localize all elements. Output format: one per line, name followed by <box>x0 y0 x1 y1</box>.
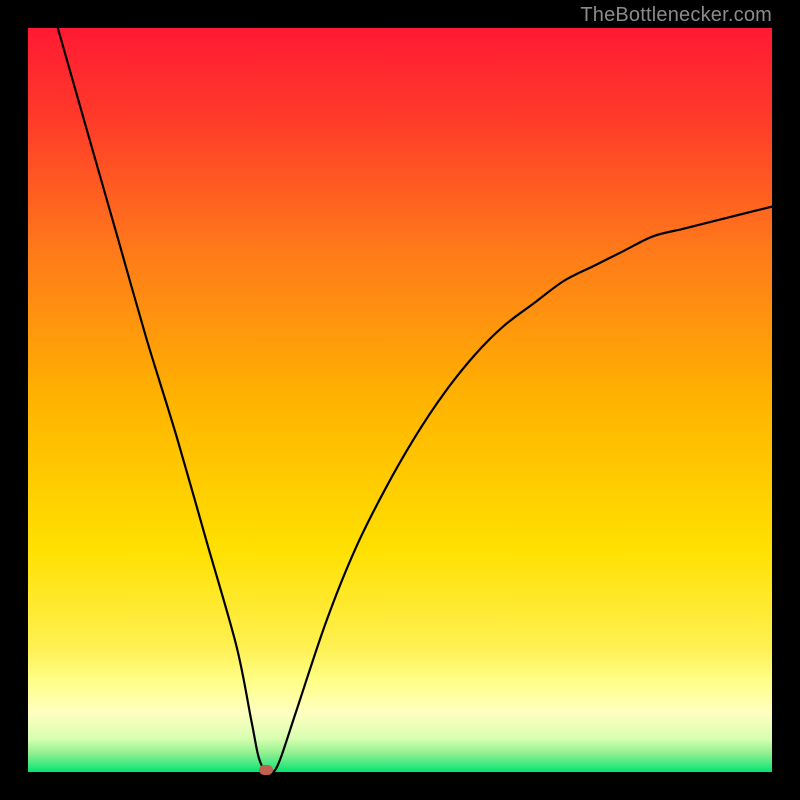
optimal-point-marker <box>259 765 273 775</box>
bottleneck-chart <box>28 28 772 772</box>
chart-frame <box>28 28 772 772</box>
gradient-background <box>28 28 772 772</box>
watermark-text: TheBottlenecker.com <box>580 4 772 27</box>
